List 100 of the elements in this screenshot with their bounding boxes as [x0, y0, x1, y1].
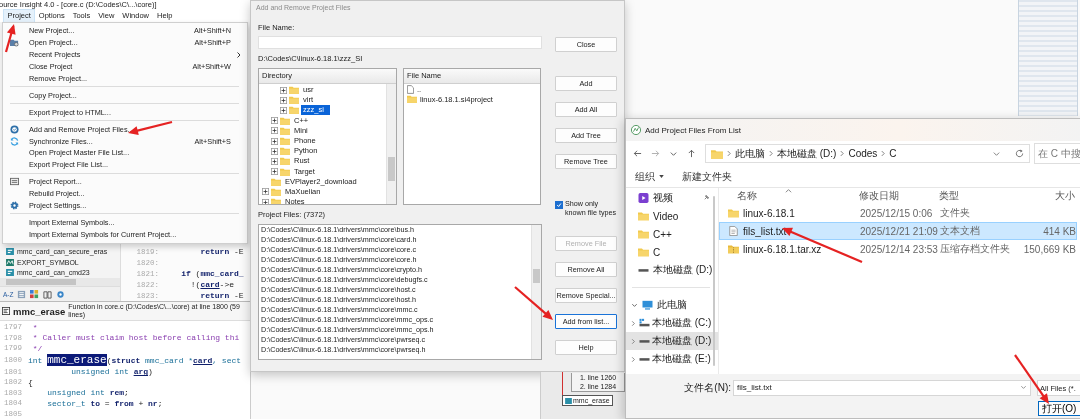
nav-item[interactable]: 本地磁盘 (D:): [626, 261, 718, 279]
app-icon: [631, 125, 641, 135]
field-label: 文件名(N):: [683, 380, 732, 395]
expand-icon[interactable]: [271, 137, 278, 145]
folder-icon: [280, 137, 290, 146]
system-drive-icon: [639, 318, 650, 328]
scrollbar[interactable]: [386, 84, 396, 204]
folder-icon: [711, 148, 723, 159]
toolbar-button[interactable]: 新建文件夹: [682, 169, 732, 184]
file-name: linux-6.18.1.tar.xz: [743, 243, 822, 255]
size-cell-text: 414 KB: [1042, 225, 1076, 237]
search-field[interactable]: 在 C 中搜: [1034, 143, 1080, 164]
chevron-right-icon: [769, 150, 773, 157]
expand-icon[interactable]: [271, 168, 278, 176]
expand-icon[interactable]: [271, 127, 278, 135]
file-row[interactable]: linux-6.18.1.tar.xz 2025/12/14 23:53 压缩存档文件夹 150,669 KB: [719, 240, 1077, 258]
nav-item[interactable]: C++: [626, 225, 718, 243]
nav-item[interactable]: 本地磁盘 (D:): [626, 332, 718, 350]
scrollbar[interactable]: [531, 225, 541, 359]
back-icon[interactable]: [633, 149, 642, 158]
code-text: sector_t to = from + nr;: [46, 398, 163, 408]
refresh-icon[interactable]: [1015, 149, 1024, 158]
folder-icon: [280, 167, 290, 176]
zip-folder-icon: [728, 244, 739, 254]
folder-icon: [638, 211, 649, 221]
file-name-field[interactable]: fils_list.txt: [733, 379, 1031, 396]
breadcrumb-item[interactable]: Codes: [848, 148, 878, 159]
document-icon: [407, 84, 414, 94]
code-text: return -E: [199, 291, 244, 301]
expand-icon[interactable]: [271, 147, 278, 155]
type-cell-text: 文本文档: [940, 224, 981, 238]
forward-icon[interactable]: [651, 149, 660, 158]
date-cell-text: 2025/12/15 0:06: [860, 207, 934, 219]
function-name: mmc_erase: [13, 305, 66, 317]
up-arrow-icon[interactable]: [687, 149, 696, 158]
pin-icon[interactable]: [703, 194, 710, 201]
code-text: !(card->e: [189, 280, 234, 290]
computer-icon: [642, 300, 653, 310]
chevron-down-icon[interactable]: [1020, 384, 1027, 391]
scrollbar[interactable]: [713, 196, 715, 366]
column-header[interactable]: 大小: [1005, 188, 1075, 204]
file-name: fils_list.txt: [743, 225, 787, 237]
column-header[interactable]: 修改日期: [859, 188, 939, 204]
scrollbar[interactable]: [0, 278, 120, 287]
chevron-right-icon[interactable]: [630, 337, 637, 345]
code-text: unsigned int arg): [70, 367, 153, 377]
function-icon: [6, 269, 14, 277]
nav-item[interactable]: 本地磁盘 (C:): [626, 314, 718, 332]
chevron-down-icon[interactable]: [992, 149, 1001, 158]
folder-icon: [728, 208, 739, 218]
expand-icon[interactable]: [271, 157, 278, 165]
expand-icon[interactable]: [280, 86, 287, 94]
code-text: */: [31, 343, 43, 353]
code-text: * Caller must claim host before calling thi: [31, 333, 240, 343]
folder-icon: [289, 86, 299, 95]
function-icon: [565, 397, 572, 404]
nav-item[interactable]: 视频: [626, 189, 718, 207]
expand-icon[interactable]: [280, 96, 287, 104]
expand-icon[interactable]: [280, 106, 287, 114]
code-text: {: [28, 377, 33, 387]
sync-icon: [10, 136, 19, 146]
breadcrumb-item[interactable]: 此电脑: [735, 146, 765, 161]
file-row[interactable]: linux-6.18.1 2025/12/15 0:06 文件夹: [719, 204, 1077, 222]
chevron-down-icon[interactable]: [631, 301, 638, 309]
chevron-right-icon[interactable]: [630, 355, 637, 363]
folder-icon: [271, 187, 281, 196]
project-files-icon: [10, 124, 19, 134]
chevron-right-icon[interactable]: [630, 319, 637, 327]
file-name-field[interactable]: [258, 36, 542, 49]
nav-item[interactable]: 本地磁盘 (E:): [626, 350, 718, 368]
code-text: unsigned int rem;: [46, 388, 129, 398]
pointer-arrow: [4, 24, 16, 53]
folder-icon: [271, 198, 281, 204]
checkbox[interactable]: [555, 201, 563, 209]
file-row[interactable]: fils_list.txt 2025/12/21 21:09 文本文档 414 KB: [719, 222, 1077, 240]
breadcrumb-item[interactable]: C: [889, 148, 897, 159]
folder-icon: [280, 147, 290, 156]
column-header[interactable]: 名称: [719, 188, 859, 204]
toolbar-button[interactable]: 组织: [635, 169, 664, 184]
nav-item[interactable]: Video: [626, 207, 718, 225]
pointer-arrow: [514, 286, 553, 320]
open-button[interactable]: 打开(O): [1038, 401, 1080, 416]
folder-icon: [271, 177, 281, 186]
date-cell-text: 2025/12/21 21:09: [860, 225, 939, 237]
expand-icon[interactable]: [262, 188, 269, 196]
dialog-title: Add Project Files From List: [645, 125, 742, 135]
column-header[interactable]: 类型: [939, 188, 1005, 204]
address-bar[interactable]: 此电脑 本地磁盘 (D:) Codes C: [705, 144, 1030, 163]
folder-icon: [638, 229, 649, 239]
nav-item[interactable]: C: [626, 243, 718, 261]
list-icon[interactable]: [17, 289, 27, 299]
grid-icon[interactable]: [30, 289, 40, 299]
breadcrumb-item[interactable]: 本地磁盘 (D:): [777, 146, 837, 161]
nav-item[interactable]: 此电脑: [626, 296, 718, 314]
chevron-down-icon[interactable]: [669, 149, 678, 158]
settings-icon[interactable]: [56, 289, 66, 299]
expand-icon[interactable]: [262, 198, 269, 204]
expand-icon[interactable]: [271, 117, 278, 125]
book-icon[interactable]: [43, 289, 53, 299]
dropdown-caret-icon: [659, 175, 664, 178]
